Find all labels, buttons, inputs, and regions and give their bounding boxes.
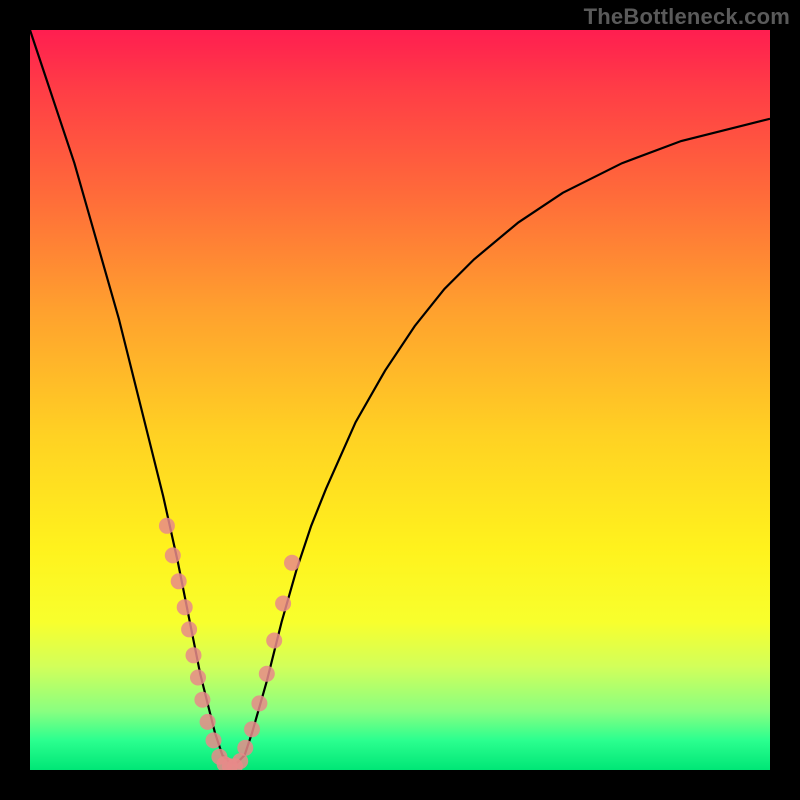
highlight-dot xyxy=(159,518,175,534)
highlight-dot xyxy=(194,692,210,708)
highlight-dot xyxy=(190,670,206,686)
highlight-dot xyxy=(206,732,222,748)
highlight-dot xyxy=(266,633,282,649)
highlight-dot xyxy=(251,695,267,711)
highlight-dot xyxy=(177,599,193,615)
chart-overlay-svg xyxy=(30,30,770,770)
watermark-text: TheBottleneck.com xyxy=(584,4,790,30)
bottleneck-curve xyxy=(30,30,770,763)
highlight-dot xyxy=(237,740,253,756)
highlight-dot xyxy=(284,555,300,571)
highlight-dot xyxy=(200,714,216,730)
highlight-dot xyxy=(186,647,202,663)
highlight-dot xyxy=(259,666,275,682)
chart-plot-area xyxy=(30,30,770,770)
highlight-dot xyxy=(165,547,181,563)
chart-frame: TheBottleneck.com xyxy=(0,0,800,800)
highlight-dot xyxy=(181,621,197,637)
highlight-dots-group xyxy=(159,518,300,770)
highlight-dot xyxy=(244,721,260,737)
highlight-dot xyxy=(275,596,291,612)
highlight-dot xyxy=(171,573,187,589)
